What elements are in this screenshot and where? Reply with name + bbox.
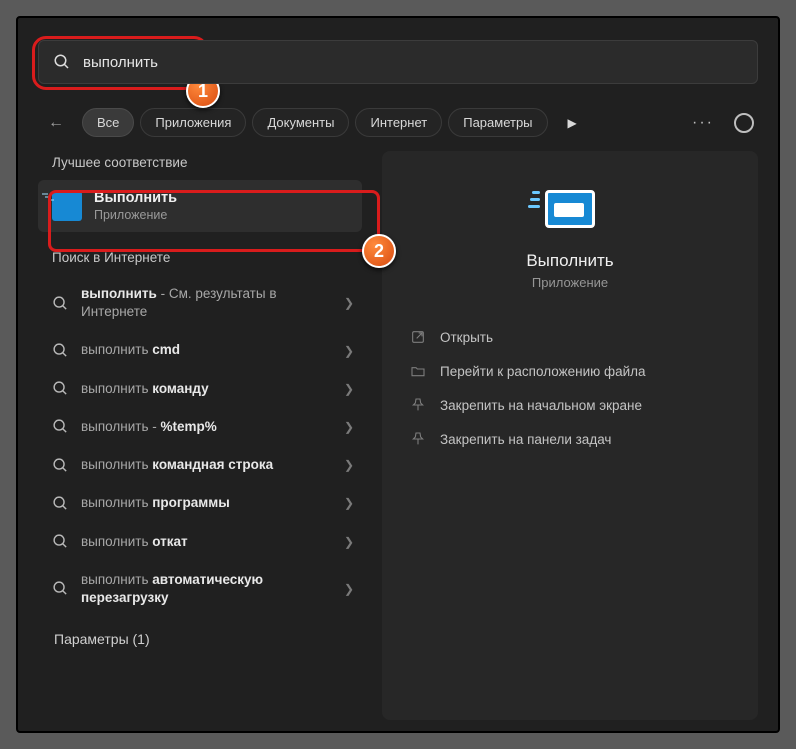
web-result-text: выполнить cmd xyxy=(81,341,332,359)
web-result-text: выполнить - %temp% xyxy=(81,418,332,436)
best-match-result[interactable]: Выполнить Приложение xyxy=(38,180,362,232)
details-action-перейти[interactable]: Перейти к расположению файла xyxy=(404,354,736,388)
filter-tabs: ← Все Приложения Документы Интернет Пара… xyxy=(18,92,778,151)
best-match-subtitle: Приложение xyxy=(94,208,177,222)
details-card: Выполнить Приложение Открыть Перейти к ра… xyxy=(382,151,758,720)
web-result-text: выполнить откат xyxy=(81,533,332,551)
search-input[interactable] xyxy=(83,54,743,71)
search-icon xyxy=(52,342,69,359)
web-result-item[interactable]: выполнить программы ❯ xyxy=(38,484,364,522)
chevron-right-icon: ❯ xyxy=(344,344,354,358)
chevron-right-icon: ❯ xyxy=(344,496,354,510)
web-result-text: выполнить командная строка xyxy=(81,456,332,474)
web-results-list: выполнить - См. результаты в Интернете❯в… xyxy=(38,275,370,617)
settings-section[interactable]: Параметры (1) xyxy=(38,617,370,661)
web-result-item[interactable]: выполнить команду ❯ xyxy=(38,370,364,408)
action-label: Перейти к расположению файла xyxy=(440,364,646,379)
search-icon xyxy=(52,533,69,550)
content-area: Лучшее соответствие Выполнить Приложение… xyxy=(18,151,778,733)
tab-documents[interactable]: Документы xyxy=(252,108,349,137)
web-result-text: выполнить команду xyxy=(81,380,332,398)
run-app-icon xyxy=(52,191,82,221)
chevron-right-icon: ❯ xyxy=(344,535,354,549)
web-result-text: выполнить автоматическую перезагрузку xyxy=(81,571,332,607)
details-action-закрепить[interactable]: Закрепить на панели задач xyxy=(404,422,736,456)
overflow-menu-button[interactable]: ··· xyxy=(692,114,714,132)
action-label: Закрепить на начальном экране xyxy=(440,398,642,413)
details-action-закрепить[interactable]: Закрепить на начальном экране xyxy=(404,388,736,422)
details-column: Выполнить Приложение Открыть Перейти к ра… xyxy=(370,151,778,733)
open-icon xyxy=(410,329,426,345)
details-actions: Открыть Перейти к расположению файла Закре… xyxy=(404,320,736,456)
search-icon xyxy=(52,295,69,312)
run-app-icon-large xyxy=(542,181,598,237)
pin-icon xyxy=(410,397,426,413)
web-result-item[interactable]: выполнить - %temp% ❯ xyxy=(38,408,364,446)
action-label: Закрепить на панели задач xyxy=(440,432,611,447)
best-match-heading: Лучшее соответствие xyxy=(52,155,370,170)
web-result-item[interactable]: выполнить откат ❯ xyxy=(38,523,364,561)
chevron-right-icon: ❯ xyxy=(344,382,354,396)
search-icon xyxy=(52,495,69,512)
search-bar-container xyxy=(38,40,758,84)
folder-icon xyxy=(410,363,426,379)
search-icon xyxy=(52,380,69,397)
action-label: Открыть xyxy=(440,330,493,345)
web-result-text: выполнить - См. результаты в Интернете xyxy=(81,285,332,321)
pin-icon xyxy=(410,431,426,447)
chevron-right-icon: ❯ xyxy=(344,582,354,596)
tab-internet[interactable]: Интернет xyxy=(355,108,442,137)
search-bar[interactable] xyxy=(38,40,758,84)
web-search-heading: Поиск в Интернете xyxy=(52,250,370,265)
web-result-item[interactable]: выполнить командная строка ❯ xyxy=(38,446,364,484)
more-filters-button[interactable]: ▶ xyxy=(560,112,585,134)
search-icon xyxy=(52,580,69,597)
search-window: 1 ← Все Приложения Документы Интернет Па… xyxy=(16,16,780,733)
web-result-text: выполнить программы xyxy=(81,494,332,512)
chevron-right-icon: ❯ xyxy=(344,420,354,434)
web-result-item[interactable]: выполнить автоматическую перезагрузку ❯ xyxy=(38,561,364,617)
account-icon[interactable] xyxy=(734,113,754,133)
web-result-item[interactable]: выполнить - См. результаты в Интернете ❯ xyxy=(38,275,364,331)
search-icon xyxy=(52,418,69,435)
web-result-item[interactable]: выполнить cmd ❯ xyxy=(38,331,364,369)
details-subtitle: Приложение xyxy=(404,275,736,290)
search-icon xyxy=(53,53,71,71)
back-button[interactable]: ← xyxy=(42,114,70,132)
details-title: Выполнить xyxy=(404,251,736,271)
search-icon xyxy=(52,457,69,474)
chevron-right-icon: ❯ xyxy=(344,458,354,472)
tab-apps[interactable]: Приложения xyxy=(140,108,246,137)
chevron-right-icon: ❯ xyxy=(344,296,354,310)
results-column: Лучшее соответствие Выполнить Приложение… xyxy=(18,151,370,733)
details-action-открыть[interactable]: Открыть xyxy=(404,320,736,354)
tab-all[interactable]: Все xyxy=(82,108,134,137)
tab-settings[interactable]: Параметры xyxy=(448,108,547,137)
best-match-title: Выполнить xyxy=(94,190,177,206)
